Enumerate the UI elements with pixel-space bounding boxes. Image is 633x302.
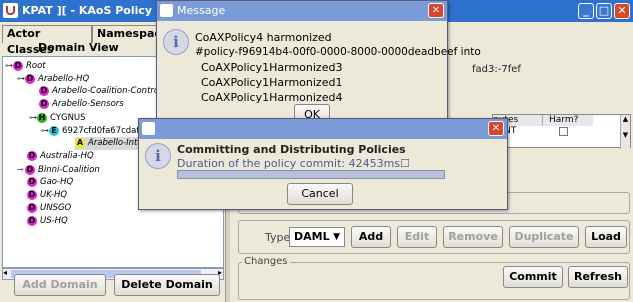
agent-badge-icon: A [75, 138, 85, 148]
java-icon [160, 4, 173, 17]
scroll-left-icon[interactable]: ◂ [3, 268, 7, 277]
domain-badge-icon: D [27, 203, 37, 213]
domain-badge-icon: D [25, 74, 35, 84]
info-icon: i [163, 29, 189, 55]
domain-badge-icon: D [39, 99, 49, 109]
domain-badge-icon: D [27, 151, 37, 161]
message-close-button[interactable]: ✕ [428, 3, 444, 18]
progress-bar [177, 170, 445, 179]
type-label: Type [265, 231, 291, 244]
progress-detail: Duration of the policy commit: 42453ms☐ [177, 157, 410, 170]
tree-node[interactable]: ⊶ E 6927cfd0fa67cdaf [41, 124, 139, 137]
policy-toolbar: Type DAML ▼ Add Edit Remove Duplicate Lo… [238, 220, 630, 254]
attributes-table[interactable]: putes Harm? TENT ▲▼ [492, 114, 631, 149]
domain-badge-icon: D [25, 165, 35, 175]
chevron-down-icon: ▼ [333, 232, 340, 242]
message-dialog: Message ✕ i CoAXPolicy4 harmonized #poli… [156, 0, 481, 130]
minimize-button[interactable]: _ [578, 3, 594, 19]
policy-id-fragment: fad3:-7fef [472, 64, 521, 75]
domain-badge-icon: D [13, 61, 23, 71]
tree-node[interactable]: D Gao-HQ [27, 176, 73, 189]
close-button[interactable]: ✕ [614, 3, 630, 19]
remove-button[interactable]: Remove [443, 226, 503, 248]
tree-node[interactable]: D Arabello-Coalition-Contro [39, 85, 159, 98]
domain-badge-icon: D [27, 190, 37, 200]
cancel-button[interactable]: Cancel [287, 183, 353, 205]
load-button[interactable]: Load [585, 226, 627, 248]
duplicate-button[interactable]: Duplicate [509, 226, 579, 248]
progress-bar-fill [178, 171, 444, 178]
add-domain-button[interactable]: Add Domain [14, 274, 106, 296]
tree-node[interactable]: D US-HQ [27, 215, 68, 228]
progress-dialog: ✕ i Committing and Distributing Policies… [138, 118, 508, 210]
tree-node-root[interactable]: ⊶ D Root [5, 59, 46, 72]
message-line: CoAXPolicy1Harmonized1 [201, 76, 343, 89]
tree-node[interactable]: ⊸ D Binni-Coalition [17, 163, 100, 176]
host-badge-icon: H [37, 113, 47, 123]
delete-domain-button[interactable]: Delete Domain [114, 274, 220, 296]
column-header-harm[interactable]: Harm? [543, 115, 593, 126]
harm-checkbox[interactable] [559, 127, 568, 136]
tree-node[interactable]: ⊶ D Arabello-HQ [17, 72, 89, 85]
maximize-button[interactable]: □ [596, 3, 612, 19]
commit-button[interactable]: Commit [503, 266, 563, 288]
changes-label: Changes [242, 256, 290, 267]
message-line: CoAXPolicy1Harmonized3 [201, 61, 343, 74]
progress-heading: Committing and Distributing Policies [177, 143, 406, 156]
add-button[interactable]: Add [351, 226, 391, 248]
message-line: CoAXPolicy4 harmonized [195, 31, 332, 44]
tree-node-selected[interactable]: A Arabello-Inter [75, 137, 147, 150]
tree-node[interactable]: ⊶ H CYGNUS [29, 111, 86, 124]
type-select-value: DAML [294, 230, 330, 243]
domain-badge-icon: D [27, 177, 37, 187]
progress-dialog-title-bar[interactable]: ✕ [139, 119, 507, 139]
type-select[interactable]: DAML ▼ [289, 227, 345, 247]
info-icon: i [145, 143, 171, 169]
message-line: CoAXPolicy1Harmonized4 [201, 91, 343, 104]
message-line: #policy-f96914b4-00f0-0000-8000-0000dead… [195, 46, 481, 58]
edit-button[interactable]: Edit [397, 226, 437, 248]
message-dialog-title-bar[interactable]: Message ✕ [157, 1, 447, 21]
progress-close-button[interactable]: ✕ [488, 121, 504, 136]
tab-domain-view[interactable]: Domain View [38, 40, 119, 56]
domain-badge-icon: D [27, 216, 37, 226]
table-scrollbar[interactable]: ▲ ▼ [620, 115, 630, 149]
java-icon [3, 3, 18, 18]
environment-badge-icon: E [49, 126, 59, 136]
message-dialog-title: Message [177, 4, 226, 17]
refresh-button[interactable]: Refresh [568, 266, 628, 288]
tree-node[interactable]: D Australia-HQ [27, 150, 94, 163]
java-icon [142, 122, 155, 135]
tree-node[interactable]: D UNSGO [27, 202, 71, 215]
domain-badge-icon: D [39, 86, 49, 96]
tree-node[interactable]: D UK-HQ [27, 189, 67, 202]
tree-node[interactable]: D Arabello-Sensors [39, 98, 124, 111]
